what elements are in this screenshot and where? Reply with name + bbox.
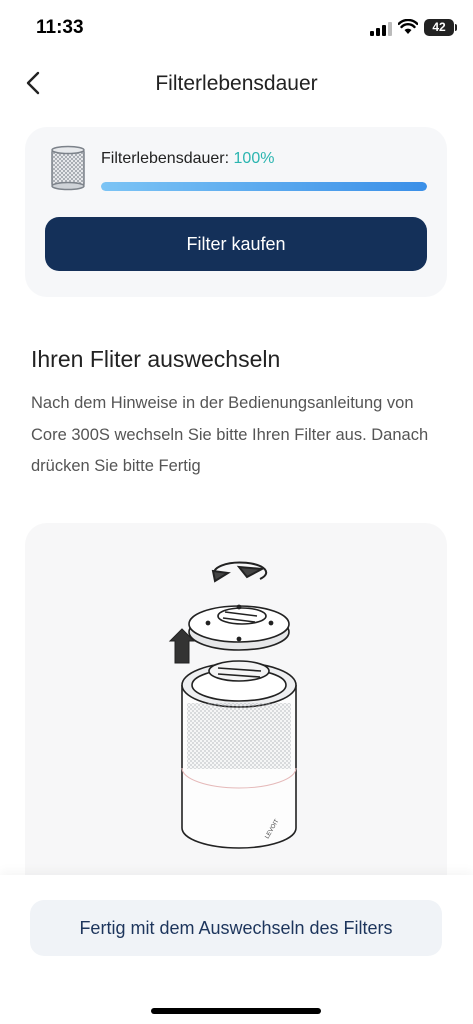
battery-cap xyxy=(455,24,457,31)
replace-filter-heading: Ihren Fliter auswechseln xyxy=(31,346,281,372)
wifi-icon xyxy=(398,19,418,34)
nav-bar: Filterlebensdauer xyxy=(0,56,473,112)
status-time: 11:33 xyxy=(36,17,84,38)
filter-life-label: Filterlebensdauer: 100% xyxy=(101,150,274,168)
filter-life-card: Filterlebensdauer: 100% Filter kaufen xyxy=(25,127,447,297)
battery-icon: 42 xyxy=(424,19,454,36)
page-title: Filterlebensdauer xyxy=(155,72,318,95)
illustration-card: LEVOIT xyxy=(25,523,447,903)
filter-life-text: Filterlebensdauer: xyxy=(101,150,230,167)
rotate-arrow-icon xyxy=(211,561,268,583)
filter-cartridge-icon xyxy=(51,145,85,191)
bottom-action-area: Fertig mit dem Auswechseln des Filters xyxy=(0,875,473,1024)
done-replacing-button[interactable]: Fertig mit dem Auswechseln des Filters xyxy=(30,900,442,956)
home-indicator[interactable] xyxy=(151,1008,321,1014)
filter-lid xyxy=(188,604,290,651)
filter-life-percent: 100% xyxy=(233,150,275,167)
filter-replacement-illustration: LEVOIT xyxy=(168,561,297,849)
status-bar: 11:33 42 xyxy=(0,0,473,56)
filter-life-progress-fill xyxy=(101,182,427,191)
buy-filter-button[interactable]: Filter kaufen xyxy=(45,217,427,271)
filter-life-progress-bar xyxy=(101,182,427,191)
replace-filter-description: Nach dem Hinweise in der Bedienungsanlei… xyxy=(31,394,429,475)
cellular-signal-icon xyxy=(370,22,392,36)
air-intake-mesh xyxy=(187,703,291,769)
